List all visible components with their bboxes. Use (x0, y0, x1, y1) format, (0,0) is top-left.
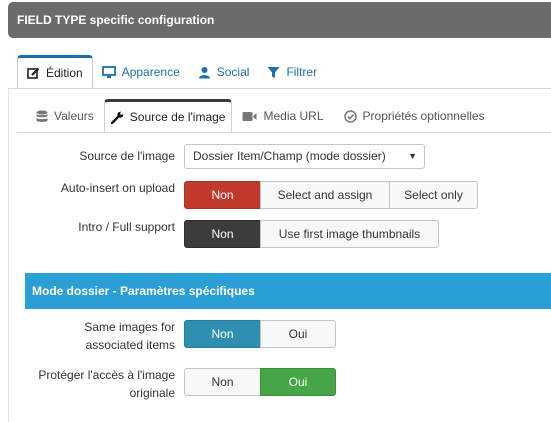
label-line: originale (129, 386, 175, 400)
chevron-down-icon: ▼ (408, 151, 417, 161)
top-tab-bar: Édition Apparence Social Filtrer (17, 55, 326, 89)
edit-icon (27, 67, 40, 80)
tab-label: Édition (46, 66, 83, 80)
intro-full-toggle: Non Use first image thumbnails (184, 220, 439, 248)
tab-source-image[interactable]: Source de l'image (103, 99, 233, 133)
auto-insert-select-only-button[interactable]: Select only (389, 181, 478, 209)
protect-access-toggle: Non Oui (184, 368, 336, 396)
tab-label: Source de l'image (129, 110, 226, 124)
auto-insert-label: Auto-insert on upload (60, 181, 175, 195)
same-images-oui-button[interactable]: Oui (260, 320, 336, 348)
sub-tab-bar: Valeurs Source de l'image Media URL Prop… (26, 99, 495, 133)
same-images-label: Same images for associated items (84, 318, 175, 354)
tab-label: Social (216, 65, 250, 79)
tab-proprietes[interactable]: Propriétés optionnelles (334, 99, 495, 133)
label-line: Same images for (84, 320, 175, 334)
label-line: associated items (85, 338, 175, 352)
tab-label: Media URL (263, 109, 324, 123)
same-images-non-button[interactable]: Non (184, 320, 261, 348)
tab-filtrer[interactable]: Filtrer (258, 55, 326, 89)
label-line: Protéger l'accès à l'image (38, 368, 175, 382)
user-icon (198, 66, 211, 79)
sub-tab-divider (17, 132, 551, 133)
section-header: Mode dossier - Paramètres spécifiques (25, 273, 551, 309)
tab-edition[interactable]: Édition (17, 55, 93, 89)
tab-media-url[interactable]: Media URL (232, 99, 333, 133)
filter-icon (267, 66, 280, 79)
monitor-icon (101, 65, 116, 79)
auto-insert-non-button[interactable]: Non (184, 181, 261, 209)
tab-apparence[interactable]: Apparence (93, 55, 189, 89)
protect-access-oui-button[interactable]: Oui (260, 368, 336, 396)
panel-header: FIELD TYPE specific configuration (8, 2, 551, 38)
source-select[interactable]: Dossier Item/Champ (mode dossier) ▼ (184, 144, 425, 169)
same-images-toggle: Non Oui (184, 320, 336, 348)
auto-insert-toggle: Non Select and assign Select only (184, 181, 478, 209)
auto-insert-select-assign-button[interactable]: Select and assign (260, 181, 390, 209)
tab-label: Apparence (121, 65, 180, 79)
tab-label: Propriétés optionnelles (362, 109, 485, 123)
database-icon (36, 110, 48, 123)
wrench-icon (110, 111, 124, 124)
tab-valeurs[interactable]: Valeurs (26, 99, 104, 133)
protect-access-non-button[interactable]: Non (184, 368, 261, 396)
source-select-value: Dossier Item/Champ (mode dossier) (193, 149, 386, 163)
intro-full-label: Intro / Full support (78, 220, 175, 234)
video-icon (242, 111, 257, 122)
source-label: Source de l'image (79, 149, 175, 163)
tab-label: Valeurs (54, 109, 94, 123)
intro-full-non-button[interactable]: Non (184, 220, 261, 248)
tab-label: Filtrer (286, 65, 318, 79)
protect-access-label: Protéger l'accès à l'image originale (38, 366, 175, 402)
check-circle-icon (343, 109, 357, 123)
intro-full-thumbnails-button[interactable]: Use first image thumbnails (260, 220, 439, 248)
tab-social[interactable]: Social (189, 55, 259, 89)
